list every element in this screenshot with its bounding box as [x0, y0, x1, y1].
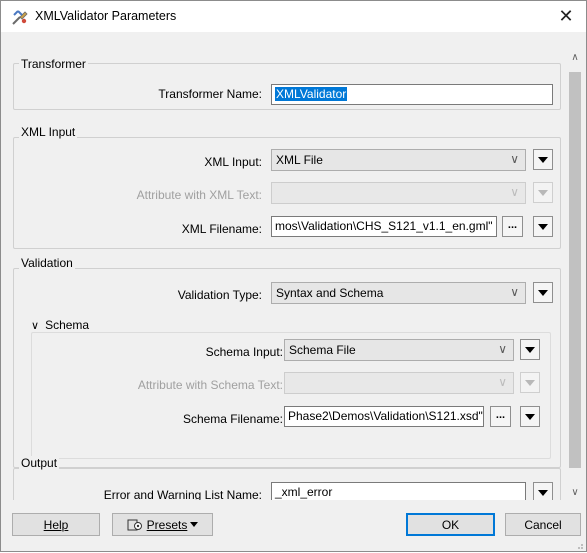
help-button-label: Help	[43, 517, 69, 532]
triangle-down-icon	[525, 413, 535, 420]
validation-type-label: Validation Type:	[177, 288, 262, 302]
schema-group-header[interactable]: ∨ Schema	[29, 318, 92, 332]
schema-filename-value: Phase2\Demos\Validation\S121.xsd"	[288, 409, 483, 423]
schema-input-label: Schema Input:	[205, 345, 283, 359]
schema-input-menu-button[interactable]	[520, 339, 540, 360]
transformer-group-title: Transformer	[19, 57, 88, 71]
validation-type-menu-button[interactable]	[533, 282, 553, 303]
schema-attribute-menu-button[interactable]	[520, 372, 540, 393]
transformer-name-label: Transformer Name:	[158, 87, 262, 101]
triangle-down-icon	[525, 346, 535, 353]
validation-type-dropdown[interactable]: Syntax and Schema ∨	[271, 282, 526, 304]
dialog-footer: Help Presets OK Cancel	[1, 500, 586, 551]
xml-input-label: XML Input:	[204, 155, 262, 169]
xml-filename-menu-button[interactable]	[533, 216, 553, 237]
output-group-title: Output	[19, 456, 60, 470]
schema-input-value: Schema File	[289, 343, 356, 357]
transformer-icon	[11, 8, 29, 26]
schema-filename-label: Schema Filename:	[182, 412, 283, 426]
presets-icon	[127, 518, 143, 532]
error-list-field[interactable]: _xml_error	[271, 482, 526, 500]
schema-filename-field[interactable]: Phase2\Demos\Validation\S121.xsd"	[284, 406, 484, 427]
xml-attribute-menu-button[interactable]	[533, 182, 553, 203]
presets-button-label: Presets	[146, 517, 188, 532]
xml-filename-value: mos\Validation\CHS_S121_v1.1_en.gml"	[275, 219, 493, 233]
chevron-down-icon: ∨	[498, 342, 507, 356]
title-bar[interactable]: XMLValidator Parameters ✕	[1, 1, 586, 32]
xml-filename-browse-button[interactable]: ...	[502, 216, 523, 237]
triangle-down-icon	[190, 522, 199, 527]
xml-input-value: XML File	[276, 153, 323, 167]
scroll-down-icon[interactable]: ∨	[565, 487, 585, 500]
error-list-menu-button[interactable]	[533, 482, 553, 500]
cancel-button-label: Cancel	[524, 517, 562, 532]
scroll-up-icon[interactable]: ∧	[565, 52, 585, 69]
ok-button-label: OK	[441, 517, 460, 532]
schema-group-title: Schema	[45, 318, 90, 332]
validation-group-title: Validation	[19, 256, 75, 270]
transformer-name-field[interactable]: XMLValidator	[271, 84, 553, 105]
chevron-down-icon: ∨	[31, 320, 40, 332]
schema-attribute-dropdown[interactable]: ∨	[284, 372, 514, 394]
error-list-label: Error and Warning List Name:	[103, 488, 262, 500]
parameters-dialog: XMLValidator Parameters ✕ Transformer Tr…	[0, 0, 587, 552]
presets-button[interactable]: Presets	[112, 513, 213, 536]
triangle-down-icon	[538, 223, 548, 230]
schema-input-dropdown[interactable]: Schema File ∨	[284, 339, 514, 361]
xml-input-menu-button[interactable]	[533, 149, 553, 170]
schema-attribute-label: Attribute with Schema Text:	[137, 378, 283, 392]
chevron-down-icon: ∨	[510, 285, 519, 299]
schema-filename-browse-button[interactable]: ...	[490, 406, 511, 427]
xml-attribute-label: Attribute with XML Text:	[136, 188, 262, 202]
xml-input-group-title: XML Input	[19, 125, 78, 139]
ok-button[interactable]: OK	[406, 513, 495, 536]
xml-filename-field[interactable]: mos\Validation\CHS_S121_v1.1_en.gml"	[271, 216, 497, 237]
chevron-down-icon: ∨	[498, 375, 507, 389]
close-button[interactable]: ✕	[546, 1, 586, 32]
triangle-down-icon	[538, 156, 548, 163]
transformer-name-value: XMLValidator	[275, 87, 348, 101]
triangle-down-icon	[538, 289, 548, 296]
chevron-down-icon: ∨	[510, 185, 519, 199]
resize-grip-icon[interactable]	[574, 539, 584, 549]
validation-type-value: Syntax and Schema	[276, 286, 384, 300]
window-title: XMLValidator Parameters	[35, 9, 177, 23]
triangle-down-icon	[525, 379, 535, 386]
xml-filename-label: XML Filename:	[181, 222, 262, 236]
schema-filename-menu-button[interactable]	[520, 406, 540, 427]
xml-input-dropdown[interactable]: XML File ∨	[271, 149, 526, 171]
triangle-down-icon	[538, 489, 548, 496]
scrollbar-thumb[interactable]	[569, 72, 581, 468]
error-list-value: _xml_error	[275, 485, 333, 499]
cancel-button[interactable]: Cancel	[505, 513, 581, 536]
chevron-down-icon: ∨	[510, 152, 519, 166]
parameters-panel: Transformer Transformer Name: XMLValidat…	[1, 32, 586, 500]
vertical-scrollbar[interactable]: ∧ ∨	[565, 44, 585, 500]
xml-attribute-dropdown[interactable]: ∨	[271, 182, 526, 204]
help-button[interactable]: Help	[12, 513, 100, 536]
triangle-down-icon	[538, 189, 548, 196]
